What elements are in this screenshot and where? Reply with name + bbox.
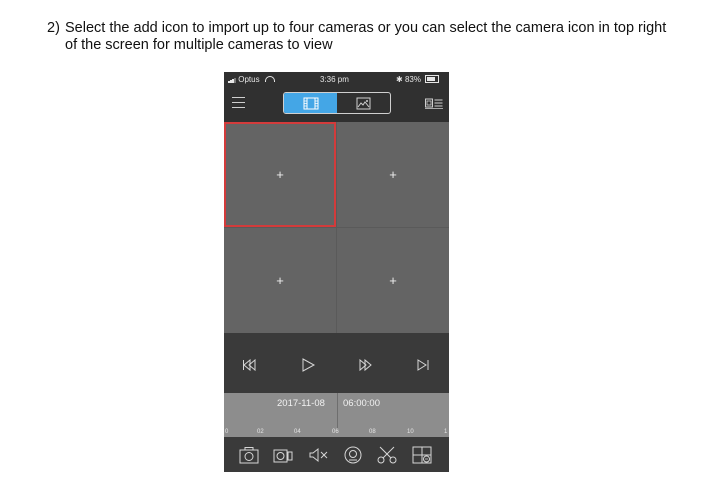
timeline-tick: 04 [294, 429, 301, 435]
wifi-icon [264, 76, 275, 82]
add-camera-icon[interactable]: + [389, 167, 397, 182]
layout-grid-icon[interactable] [412, 446, 432, 464]
carrier-group: Optus [228, 75, 275, 85]
signal-icon [228, 76, 236, 85]
camera-slot-2[interactable]: + [337, 122, 449, 227]
mute-icon[interactable] [308, 446, 328, 464]
timeline-bar[interactable]: 2017-11-08 06:00:00 0 02 04 06 08 10 1 [224, 393, 449, 437]
camera-slot-4[interactable]: + [337, 228, 449, 333]
add-camera-icon[interactable]: + [276, 273, 284, 288]
timeline-time: 06:00:00 [343, 398, 380, 409]
battery-group: ✱ 83% [396, 75, 440, 84]
bluetooth-icon: ✱ [396, 75, 403, 84]
instruction-line-2: of the screen for multiple cameras to vi… [65, 37, 333, 53]
video-mode-tab[interactable] [284, 93, 337, 113]
timeline-tick: 02 [257, 429, 264, 435]
multi-camera-icon[interactable] [425, 97, 443, 109]
search-playback-icon[interactable] [343, 446, 363, 464]
bottom-toolbar [224, 437, 449, 472]
scissors-icon[interactable] [377, 446, 397, 464]
image-icon [356, 97, 371, 109]
timeline-cursor[interactable] [337, 393, 338, 429]
instruction-line-1: Select the add icon to import up to four… [65, 20, 667, 36]
add-camera-icon[interactable]: + [276, 167, 284, 182]
timeline-tick: 1 [444, 429, 448, 435]
mode-segmented-control [283, 92, 391, 114]
camera-slot-3[interactable]: + [224, 228, 336, 333]
timeline-date: 2017-11-08 [277, 398, 325, 409]
camera-icon[interactable] [239, 446, 259, 464]
status-time: 3:36 pm [320, 75, 349, 84]
play-icon[interactable] [300, 358, 316, 372]
image-mode-tab[interactable] [337, 93, 390, 113]
film-icon [303, 97, 318, 109]
battery-percent: 83% [404, 75, 421, 84]
video-record-icon[interactable] [273, 446, 293, 464]
fast-forward-icon[interactable] [357, 358, 373, 372]
camera-slot-1[interactable]: + [224, 122, 336, 227]
instruction-number: 2) [47, 20, 60, 36]
timeline-tick: 0 [225, 429, 229, 435]
battery-icon [425, 75, 440, 83]
phone-screenshot: Optus 3:36 pm ✱ 83% + + + + 2017-11-08 0… [224, 72, 449, 472]
timeline-tick: 08 [369, 429, 376, 435]
menu-icon[interactable] [232, 97, 245, 108]
top-nav-bar [224, 87, 449, 122]
add-camera-icon[interactable]: + [389, 273, 397, 288]
next-frame-icon[interactable] [415, 358, 431, 372]
carrier-label: Optus [238, 75, 260, 84]
status-bar: Optus 3:36 pm ✱ 83% [224, 72, 449, 87]
playback-controls [224, 333, 449, 393]
camera-grid: + + + + [224, 122, 449, 333]
timeline-tick: 06 [332, 429, 339, 435]
rewind-icon[interactable] [242, 358, 258, 372]
timeline-tick: 10 [407, 429, 414, 435]
